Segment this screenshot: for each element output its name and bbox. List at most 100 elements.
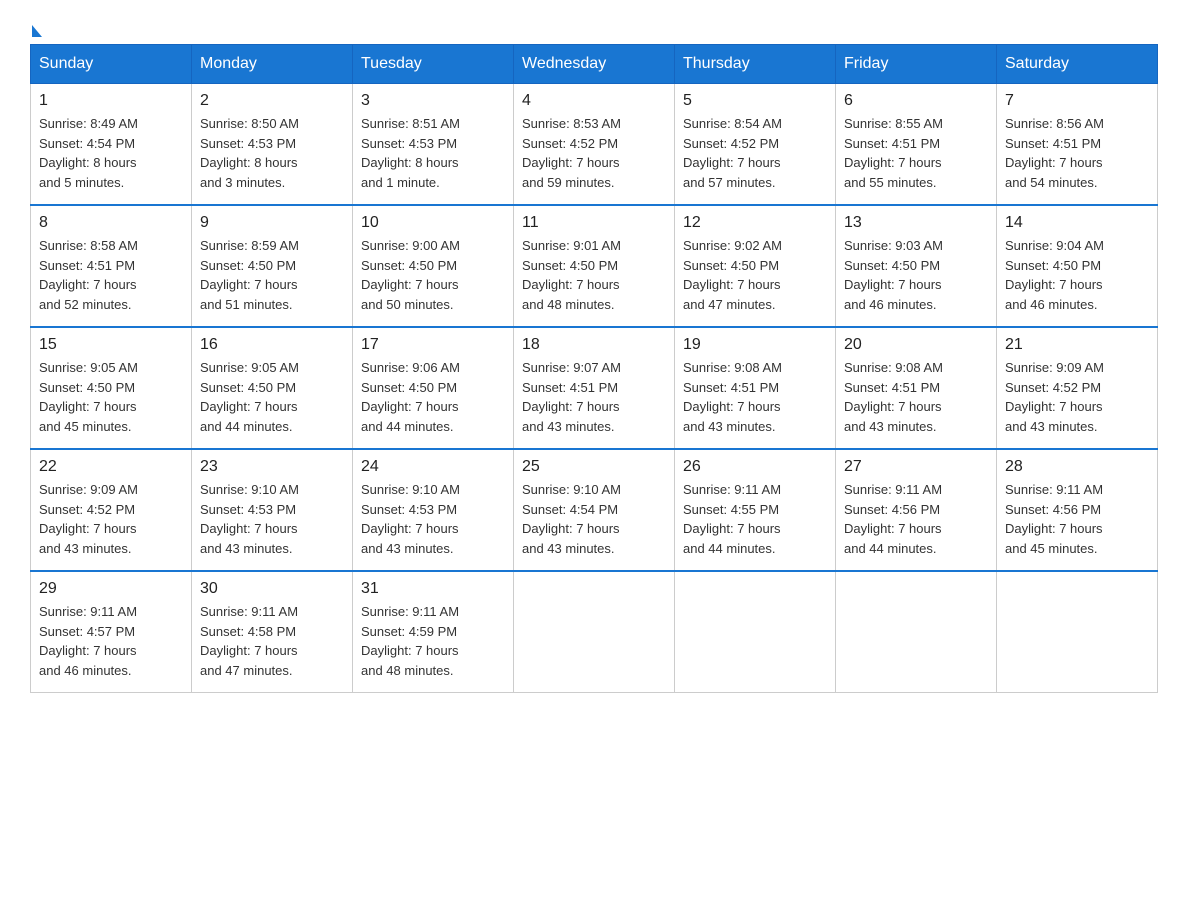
day-number: 20 — [844, 336, 988, 354]
week-row-2: 8Sunrise: 8:58 AMSunset: 4:51 PMDaylight… — [31, 205, 1158, 327]
day-info: Sunrise: 9:00 AMSunset: 4:50 PMDaylight:… — [361, 236, 505, 314]
day-number: 7 — [1005, 92, 1149, 110]
calendar-cell: 23 Sunrise: 9:10 AMSunset: 4:53 PMDayligh… — [192, 449, 353, 571]
calendar-cell: 10 Sunrise: 9:00 AMSunset: 4:50 PMDayligh… — [353, 205, 514, 327]
calendar-cell — [514, 571, 675, 693]
day-info: Sunrise: 9:03 AMSunset: 4:50 PMDaylight:… — [844, 236, 988, 314]
day-number: 12 — [683, 214, 827, 232]
day-number: 11 — [522, 214, 666, 232]
calendar-cell: 27Sunrise: 9:11 AMSunset: 4:56 PMDayligh… — [836, 449, 997, 571]
day-info: Sunrise: 9:10 AMSunset: 4:53 PMDaylight:… — [200, 480, 344, 558]
day-number: 26 — [683, 458, 827, 476]
day-number: 25 — [522, 458, 666, 476]
calendar-cell: 24Sunrise: 9:10 AMSunset: 4:53 PMDayligh… — [353, 449, 514, 571]
day-info: Sunrise: 9:02 AMSunset: 4:50 PMDaylight:… — [683, 236, 827, 314]
day-number: 5 — [683, 92, 827, 110]
calendar-cell: 1 Sunrise: 8:49 AMSunset: 4:54 PMDaylight… — [31, 84, 192, 206]
day-info: Sunrise: 9:09 AMSunset: 4:52 PMDaylight:… — [39, 480, 183, 558]
calendar-cell: 20 Sunrise: 9:08 AMSunset: 4:51 PMDayligh… — [836, 327, 997, 449]
week-row-5: 29 Sunrise: 9:11 AMSunset: 4:57 PMDayligh… — [31, 571, 1158, 693]
calendar-cell: 11 Sunrise: 9:01 AMSunset: 4:50 PMDayligh… — [514, 205, 675, 327]
page-header — [30, 20, 1158, 34]
week-row-1: 1 Sunrise: 8:49 AMSunset: 4:54 PMDaylight… — [31, 84, 1158, 206]
day-number: 16 — [200, 336, 344, 354]
day-info: Sunrise: 9:09 AMSunset: 4:52 PMDaylight:… — [1005, 358, 1149, 436]
day-number: 19 — [683, 336, 827, 354]
calendar-cell: 12 Sunrise: 9:02 AMSunset: 4:50 PMDayligh… — [675, 205, 836, 327]
day-info: Sunrise: 8:49 AMSunset: 4:54 PMDaylight:… — [39, 114, 183, 192]
calendar-cell: 25 Sunrise: 9:10 AMSunset: 4:54 PMDayligh… — [514, 449, 675, 571]
day-info: Sunrise: 8:59 AMSunset: 4:50 PMDaylight:… — [200, 236, 344, 314]
calendar-cell: 17 Sunrise: 9:06 AMSunset: 4:50 PMDayligh… — [353, 327, 514, 449]
day-info: Sunrise: 9:08 AMSunset: 4:51 PMDaylight:… — [683, 358, 827, 436]
header-friday: Friday — [836, 45, 997, 84]
calendar-header-row: SundayMondayTuesdayWednesdayThursdayFrid… — [31, 45, 1158, 84]
day-info: Sunrise: 8:51 AMSunset: 4:53 PMDaylight:… — [361, 114, 505, 192]
day-number: 31 — [361, 580, 505, 598]
day-info: Sunrise: 8:56 AMSunset: 4:51 PMDaylight:… — [1005, 114, 1149, 192]
header-monday: Monday — [192, 45, 353, 84]
calendar-cell — [675, 571, 836, 693]
day-info: Sunrise: 9:11 AMSunset: 4:58 PMDaylight:… — [200, 602, 344, 680]
header-sunday: Sunday — [31, 45, 192, 84]
day-number: 17 — [361, 336, 505, 354]
calendar-cell: 18 Sunrise: 9:07 AMSunset: 4:51 PMDayligh… — [514, 327, 675, 449]
calendar-cell: 30 Sunrise: 9:11 AMSunset: 4:58 PMDayligh… — [192, 571, 353, 693]
day-info: Sunrise: 9:11 AMSunset: 4:57 PMDaylight:… — [39, 602, 183, 680]
calendar-cell: 4Sunrise: 8:53 AMSunset: 4:52 PMDaylight… — [514, 84, 675, 206]
calendar-cell — [997, 571, 1158, 693]
day-info: Sunrise: 8:53 AMSunset: 4:52 PMDaylight:… — [522, 114, 666, 192]
day-info: Sunrise: 9:05 AMSunset: 4:50 PMDaylight:… — [200, 358, 344, 436]
calendar-cell: 3 Sunrise: 8:51 AMSunset: 4:53 PMDaylight… — [353, 84, 514, 206]
day-info: Sunrise: 9:08 AMSunset: 4:51 PMDaylight:… — [844, 358, 988, 436]
calendar-cell: 21 Sunrise: 9:09 AMSunset: 4:52 PMDayligh… — [997, 327, 1158, 449]
day-number: 29 — [39, 580, 183, 598]
calendar-cell: 9 Sunrise: 8:59 AMSunset: 4:50 PMDaylight… — [192, 205, 353, 327]
week-row-3: 15 Sunrise: 9:05 AMSunset: 4:50 PMDayligh… — [31, 327, 1158, 449]
calendar-cell: 2 Sunrise: 8:50 AMSunset: 4:53 PMDaylight… — [192, 84, 353, 206]
day-info: Sunrise: 9:05 AMSunset: 4:50 PMDaylight:… — [39, 358, 183, 436]
calendar-cell: 14 Sunrise: 9:04 AMSunset: 4:50 PMDayligh… — [997, 205, 1158, 327]
header-saturday: Saturday — [997, 45, 1158, 84]
calendar-cell: 16 Sunrise: 9:05 AMSunset: 4:50 PMDayligh… — [192, 327, 353, 449]
calendar-cell: 29 Sunrise: 9:11 AMSunset: 4:57 PMDayligh… — [31, 571, 192, 693]
calendar-cell: 22 Sunrise: 9:09 AMSunset: 4:52 PMDayligh… — [31, 449, 192, 571]
day-info: Sunrise: 9:01 AMSunset: 4:50 PMDaylight:… — [522, 236, 666, 314]
day-number: 6 — [844, 92, 988, 110]
day-number: 1 — [39, 92, 183, 110]
day-number: 2 — [200, 92, 344, 110]
day-number: 23 — [200, 458, 344, 476]
day-number: 15 — [39, 336, 183, 354]
day-number: 13 — [844, 214, 988, 232]
calendar-cell: 6Sunrise: 8:55 AMSunset: 4:51 PMDaylight… — [836, 84, 997, 206]
calendar-table: SundayMondayTuesdayWednesdayThursdayFrid… — [30, 44, 1158, 693]
day-number: 22 — [39, 458, 183, 476]
header-thursday: Thursday — [675, 45, 836, 84]
day-info: Sunrise: 9:06 AMSunset: 4:50 PMDaylight:… — [361, 358, 505, 436]
day-info: Sunrise: 9:11 AMSunset: 4:55 PMDaylight:… — [683, 480, 827, 558]
day-info: Sunrise: 9:04 AMSunset: 4:50 PMDaylight:… — [1005, 236, 1149, 314]
day-info: Sunrise: 9:10 AMSunset: 4:53 PMDaylight:… — [361, 480, 505, 558]
week-row-4: 22 Sunrise: 9:09 AMSunset: 4:52 PMDayligh… — [31, 449, 1158, 571]
header-wednesday: Wednesday — [514, 45, 675, 84]
day-info: Sunrise: 9:10 AMSunset: 4:54 PMDaylight:… — [522, 480, 666, 558]
day-number: 30 — [200, 580, 344, 598]
day-number: 3 — [361, 92, 505, 110]
day-number: 28 — [1005, 458, 1149, 476]
header-tuesday: Tuesday — [353, 45, 514, 84]
day-info: Sunrise: 9:07 AMSunset: 4:51 PMDaylight:… — [522, 358, 666, 436]
day-number: 14 — [1005, 214, 1149, 232]
calendar-cell — [836, 571, 997, 693]
day-number: 8 — [39, 214, 183, 232]
calendar-cell: 15 Sunrise: 9:05 AMSunset: 4:50 PMDayligh… — [31, 327, 192, 449]
day-info: Sunrise: 9:11 AMSunset: 4:59 PMDaylight:… — [361, 602, 505, 680]
day-info: Sunrise: 8:50 AMSunset: 4:53 PMDaylight:… — [200, 114, 344, 192]
day-number: 10 — [361, 214, 505, 232]
logo — [30, 20, 42, 34]
day-number: 9 — [200, 214, 344, 232]
day-number: 21 — [1005, 336, 1149, 354]
day-number: 27 — [844, 458, 988, 476]
calendar-cell: 5Sunrise: 8:54 AMSunset: 4:52 PMDaylight… — [675, 84, 836, 206]
day-number: 18 — [522, 336, 666, 354]
calendar-cell: 13 Sunrise: 9:03 AMSunset: 4:50 PMDayligh… — [836, 205, 997, 327]
